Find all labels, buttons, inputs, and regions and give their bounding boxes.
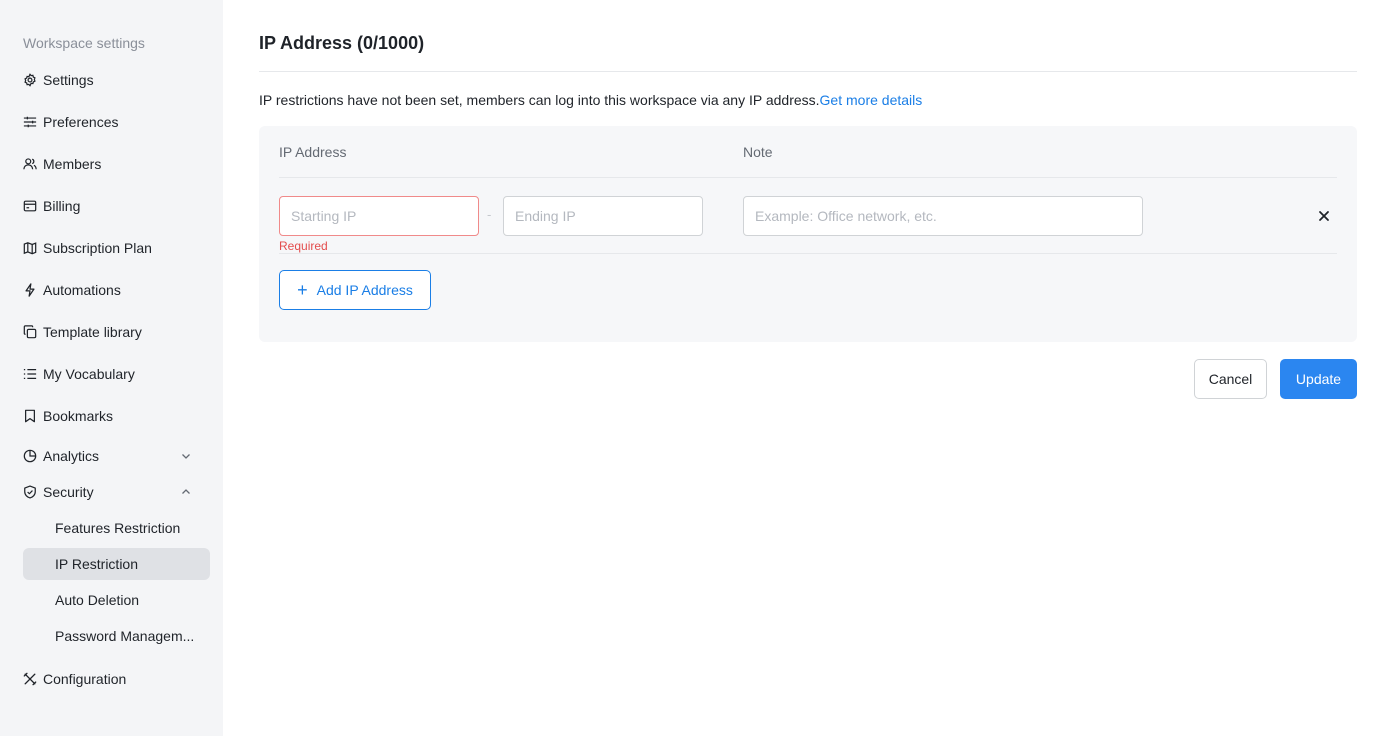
chevron-down-icon[interactable] — [180, 450, 192, 462]
get-more-details-link[interactable]: Get more details — [820, 92, 923, 108]
sidebar-title: Workspace settings — [23, 35, 145, 51]
ip-address-panel: IP Address Note - Required + Add IP Addr… — [259, 126, 1357, 342]
shield-icon — [23, 485, 37, 499]
main-content: IP Address (0/1000) IP restrictions have… — [223, 0, 1393, 736]
add-ip-address-button[interactable]: + Add IP Address — [279, 270, 431, 310]
column-header-note: Note — [743, 143, 773, 160]
sidebar-item-label: Subscription Plan — [43, 240, 152, 256]
column-header-ip-address: IP Address — [279, 143, 347, 160]
sidebar-item-label: Configuration — [43, 671, 127, 687]
sidebar-item-automations[interactable]: Automations — [0, 269, 223, 311]
starting-ip-input[interactable] — [279, 196, 479, 236]
app: Workspace settings Settings Preferences … — [0, 0, 1393, 736]
sidebar-item-label: Automations — [43, 282, 121, 298]
sidebar-subitem-password-management[interactable]: Password Managem... — [23, 618, 210, 654]
ip-row: - Required — [279, 178, 1337, 254]
sidebar-item-subscription-plan[interactable]: Subscription Plan — [0, 227, 223, 269]
members-icon — [23, 157, 37, 171]
sidebar-item-security[interactable]: Security — [0, 474, 223, 510]
close-icon[interactable] — [1316, 208, 1332, 224]
sidebar-item-template-library[interactable]: Template library — [0, 311, 223, 353]
page-title: IP Address (0/1000) — [259, 0, 1357, 72]
add-ip-address-label: Add IP Address — [316, 282, 413, 298]
sidebar-item-label: Analytics — [43, 448, 100, 464]
sidebar-item-label: Security — [43, 484, 94, 500]
sidebar-subitem-auto-deletion[interactable]: Auto Deletion — [23, 582, 210, 618]
sidebar-item-label: Preferences — [43, 114, 119, 130]
sidebar-item-billing[interactable]: Billing — [0, 185, 223, 227]
table-header: IP Address Note — [279, 126, 1337, 178]
sidebar-item-label: Bookmarks — [43, 408, 114, 424]
sidebar-subitem-features-restriction[interactable]: Features Restriction — [23, 510, 210, 546]
plus-icon: + — [297, 280, 308, 300]
note-input[interactable] — [743, 196, 1143, 236]
tools-icon — [23, 672, 37, 686]
sidebar-item-settings[interactable]: Settings — [0, 59, 223, 101]
sidebar-item-label: Members — [43, 156, 102, 172]
description-text: IP restrictions have not been set, membe… — [259, 92, 820, 108]
sidebar: Workspace settings Settings Preferences … — [0, 0, 223, 736]
sidebar-item-label: Settings — [43, 72, 94, 88]
update-button[interactable]: Update — [1280, 359, 1357, 399]
list-icon — [23, 367, 37, 381]
pie-chart-icon — [23, 449, 37, 463]
map-icon — [23, 241, 37, 255]
sidebar-item-analytics[interactable]: Analytics — [0, 438, 223, 474]
lightning-icon — [23, 283, 37, 297]
sidebar-item-label: Billing — [43, 198, 81, 214]
bookmark-icon — [23, 409, 37, 423]
sidebar-subitem-ip-restriction[interactable]: IP Restriction — [23, 548, 210, 580]
sidebar-item-label: My Vocabulary — [43, 366, 135, 382]
ending-ip-input[interactable] — [503, 196, 703, 236]
range-separator: - — [487, 207, 492, 222]
sidebar-item-members[interactable]: Members — [0, 143, 223, 185]
billing-icon — [23, 199, 37, 213]
sidebar-item-my-vocabulary[interactable]: My Vocabulary — [0, 353, 223, 395]
gear-icon — [23, 73, 37, 87]
sidebar-item-configuration[interactable]: Configuration — [0, 658, 223, 700]
sidebar-item-preferences[interactable]: Preferences — [0, 101, 223, 143]
sidebar-item-label: Template library — [43, 324, 142, 340]
cancel-button[interactable]: Cancel — [1194, 359, 1267, 399]
chevron-up-icon[interactable] — [180, 486, 192, 498]
sidebar-item-bookmarks[interactable]: Bookmarks — [0, 395, 223, 437]
required-error: Required — [279, 239, 328, 253]
description: IP restrictions have not been set, membe… — [259, 91, 1357, 109]
form-actions: Cancel Update — [1194, 359, 1357, 399]
template-icon — [23, 325, 37, 339]
sliders-icon — [23, 115, 37, 129]
